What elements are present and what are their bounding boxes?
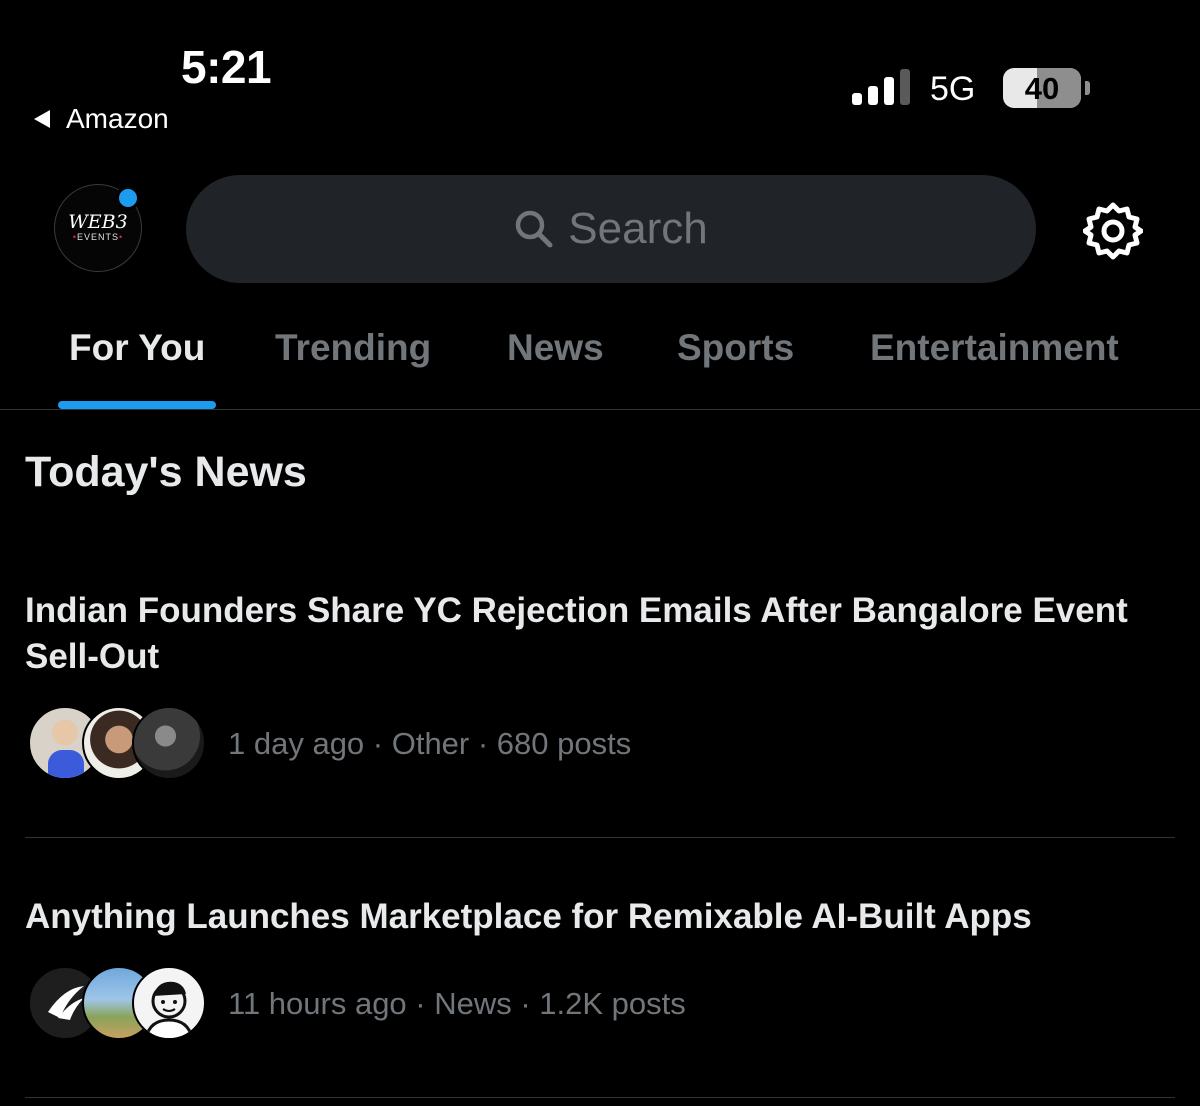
news-avatars bbox=[28, 706, 206, 780]
section-title: Today's News bbox=[25, 448, 307, 496]
news-meta: 1 day ago · Other · 680 posts bbox=[228, 726, 632, 761]
back-app-label: Amazon bbox=[66, 103, 169, 134]
news-meta: 11 hours ago · News · 1.2K posts bbox=[228, 986, 686, 1021]
tab-news[interactable]: News bbox=[507, 327, 604, 369]
tab-divider bbox=[0, 409, 1200, 410]
cellular-signal-icon bbox=[852, 69, 912, 105]
profile-avatar-button[interactable]: WEB3 •EVENTS• bbox=[54, 184, 142, 272]
settings-gear-icon[interactable] bbox=[1083, 201, 1143, 261]
battery-level: 40 bbox=[1024, 71, 1060, 106]
search-icon bbox=[516, 210, 553, 248]
avatar bbox=[132, 966, 206, 1040]
news-item-title[interactable]: Anything Launches Marketplace for Remixa… bbox=[25, 894, 1175, 940]
avatar-logo-subtext: •EVENTS• bbox=[72, 232, 124, 242]
tab-sports[interactable]: Sports bbox=[677, 327, 794, 369]
avatar-logo-text: WEB3 bbox=[68, 211, 128, 233]
news-item-title[interactable]: Indian Founders Share YC Rejection Email… bbox=[25, 588, 1175, 680]
list-divider bbox=[25, 837, 1175, 838]
news-avatars bbox=[28, 966, 206, 1040]
list-divider bbox=[25, 1097, 1175, 1098]
back-arrow-icon bbox=[34, 110, 50, 128]
status-time: 5:21 bbox=[181, 41, 272, 93]
search-input[interactable]: Search bbox=[186, 175, 1036, 283]
battery-icon: 40 bbox=[1003, 68, 1090, 108]
notification-dot bbox=[116, 186, 140, 210]
network-type: 5G bbox=[930, 70, 976, 108]
avatar bbox=[132, 706, 206, 780]
search-placeholder: Search bbox=[568, 204, 708, 253]
back-to-app-link[interactable]: Amazon bbox=[34, 103, 169, 135]
active-tab-indicator bbox=[58, 401, 216, 409]
tab-entertainment[interactable]: Entertainment bbox=[870, 327, 1119, 369]
tab-trending[interactable]: Trending bbox=[275, 327, 431, 369]
tab-for-you[interactable]: For You bbox=[69, 327, 205, 369]
